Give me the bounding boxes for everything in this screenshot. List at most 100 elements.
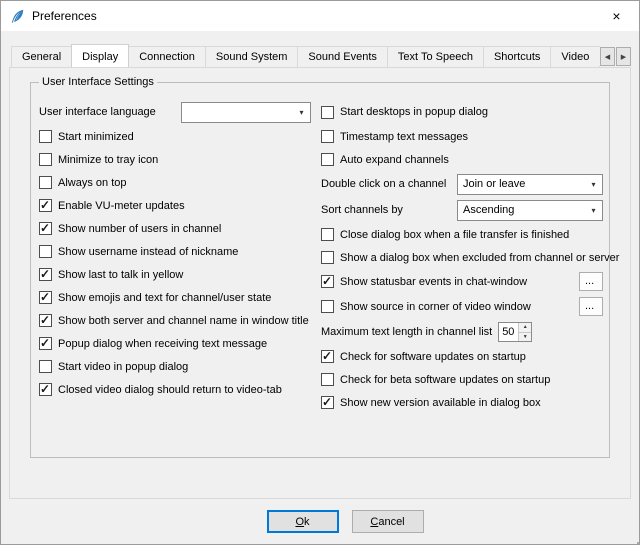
spinner-down-button[interactable]: ▼ xyxy=(519,332,531,342)
statusbar-events-row: Show statusbar events in chat-window ... xyxy=(321,269,603,294)
checkbox-box[interactable] xyxy=(39,199,52,212)
checkbox-statusbar-events[interactable] xyxy=(321,275,334,288)
tab-display[interactable]: Display xyxy=(71,44,129,67)
checkbox-box[interactable] xyxy=(321,130,334,143)
preferences-window: Preferences × General Display Connection… xyxy=(0,0,640,545)
tab-scroll-left-button[interactable]: ◀ xyxy=(600,47,615,66)
titlebar[interactable]: Preferences × xyxy=(1,1,639,31)
tab-general[interactable]: General xyxy=(11,46,72,67)
checkbox-software-updates[interactable]: Check for software updates on startup xyxy=(321,345,603,368)
ok-button-label: Ok xyxy=(268,516,338,528)
checkbox-box[interactable] xyxy=(39,291,52,304)
checkbox-box[interactable] xyxy=(39,245,52,258)
sort-channels-combobox[interactable]: Ascending ▾ xyxy=(457,200,603,221)
chevron-down-icon: ▾ xyxy=(585,206,602,215)
checkbox-last-to-talk-yellow[interactable]: Show last to talk in yellow xyxy=(39,263,311,286)
double-click-row: Double click on a channel Join or leave … xyxy=(321,171,603,197)
spinner-up-button[interactable]: ▲ xyxy=(519,323,531,332)
checkbox-label: Start video in popup dialog xyxy=(58,361,188,373)
tab-scroll: ◀ ▶ xyxy=(597,47,631,66)
spinner-arrows: ▲ ▼ xyxy=(518,323,531,341)
checkbox-label: Show source in corner of video window xyxy=(340,301,531,313)
checkbox-box[interactable] xyxy=(39,268,52,281)
checkbox-box[interactable] xyxy=(39,153,52,166)
checkbox-label: Check for software updates on startup xyxy=(340,351,526,363)
checkbox-box[interactable] xyxy=(39,383,52,396)
checkbox-box[interactable] xyxy=(39,360,52,373)
checkbox-label: Show new version available in dialog box xyxy=(340,397,541,409)
right-column: Start desktops in popup dialog Timestamp… xyxy=(321,99,603,414)
sort-channels-value: Ascending xyxy=(463,204,585,216)
checkbox-box[interactable] xyxy=(321,350,334,363)
max-text-length-spinner[interactable]: 50 ▲ ▼ xyxy=(498,322,532,342)
checkbox-show-emojis[interactable]: Show emojis and text for channel/user st… xyxy=(39,286,311,309)
double-click-label: Double click on a channel xyxy=(321,178,446,190)
checkbox-timestamp-messages[interactable]: Timestamp text messages xyxy=(321,125,603,148)
checkbox-label: Close dialog box when a file transfer is… xyxy=(340,229,569,241)
cancel-button[interactable]: Cancel xyxy=(352,510,424,533)
tab-video[interactable]: Video xyxy=(550,46,600,67)
checkbox-box[interactable] xyxy=(39,314,52,327)
group-user-interface-settings: User Interface Settings User interface l… xyxy=(30,82,610,458)
language-row: User interface language ▾ xyxy=(39,99,311,125)
checkbox-start-desktops-popup[interactable]: Start desktops in popup dialog xyxy=(321,99,603,125)
checkbox-show-username[interactable]: Show username instead of nickname xyxy=(39,240,311,263)
resize-grip[interactable] xyxy=(633,538,635,540)
checkbox-always-on-top[interactable]: Always on top xyxy=(39,171,311,194)
checkbox-label: Popup dialog when receiving text message xyxy=(58,338,267,350)
checkbox-label: Timestamp text messages xyxy=(340,131,468,143)
checkbox-close-on-file-transfer[interactable]: Close dialog box when a file transfer is… xyxy=(321,223,603,246)
checkbox-excluded-dialog[interactable]: Show a dialog box when excluded from cha… xyxy=(321,246,603,269)
checkbox-server-channel-in-title[interactable]: Show both server and channel name in win… xyxy=(39,309,311,332)
video-source-options-button[interactable]: ... xyxy=(579,297,603,316)
arrow-up-icon: ▲ xyxy=(523,324,528,330)
double-click-combobox[interactable]: Join or leave ▾ xyxy=(457,174,603,195)
checkbox-label: Show number of users in channel xyxy=(58,223,221,235)
checkbox-new-version-dialog[interactable]: Show new version available in dialog box xyxy=(321,391,603,414)
statusbar-events-options-button[interactable]: ... xyxy=(579,272,603,291)
checkbox-minimize-to-tray[interactable]: Minimize to tray icon xyxy=(39,148,311,171)
checkbox-box[interactable] xyxy=(321,106,334,119)
checkbox-vu-meter-updates[interactable]: Enable VU-meter updates xyxy=(39,194,311,217)
tab-connection[interactable]: Connection xyxy=(128,46,206,67)
checkbox-label: Always on top xyxy=(58,177,126,189)
chevron-down-icon: ▾ xyxy=(585,180,602,189)
checkbox-label: Show emojis and text for channel/user st… xyxy=(58,292,271,304)
checkbox-label: Start minimized xyxy=(58,131,134,143)
checkbox-label: Closed video dialog should return to vid… xyxy=(58,384,282,396)
checkbox-box[interactable] xyxy=(39,222,52,235)
checkbox-label: Start desktops in popup dialog xyxy=(340,106,488,118)
checkbox-label: Show statusbar events in chat-window xyxy=(340,276,527,288)
checkbox-label: Show last to talk in yellow xyxy=(58,269,183,281)
checkbox-start-video-popup[interactable]: Start video in popup dialog xyxy=(39,355,311,378)
video-source-row: Show source in corner of video window ..… xyxy=(321,294,603,319)
tab-shortcuts[interactable]: Shortcuts xyxy=(483,46,551,67)
tab-scroll-right-button[interactable]: ▶ xyxy=(616,47,631,66)
tab-text-to-speech[interactable]: Text To Speech xyxy=(387,46,484,67)
checkbox-box[interactable] xyxy=(39,176,52,189)
checkbox-box[interactable] xyxy=(321,251,334,264)
checkbox-popup-text-message[interactable]: Popup dialog when receiving text message xyxy=(39,332,311,355)
tab-sound-system[interactable]: Sound System xyxy=(205,46,299,67)
checkbox-box[interactable] xyxy=(39,130,52,143)
close-button[interactable]: × xyxy=(594,1,639,31)
checkbox-show-user-count[interactable]: Show number of users in channel xyxy=(39,217,311,240)
chevron-down-icon: ▾ xyxy=(293,108,310,117)
checkbox-start-minimized[interactable]: Start minimized xyxy=(39,125,311,148)
checkbox-auto-expand-channels[interactable]: Auto expand channels xyxy=(321,148,603,171)
checkbox-box[interactable] xyxy=(321,373,334,386)
ok-button[interactable]: Ok xyxy=(267,510,339,533)
close-icon: × xyxy=(612,8,620,24)
checkbox-box[interactable] xyxy=(39,337,52,350)
sort-channels-row: Sort channels by Ascending ▾ xyxy=(321,197,603,223)
app-feather-icon xyxy=(9,8,25,24)
tab-sound-events[interactable]: Sound Events xyxy=(297,46,388,67)
checkbox-box[interactable] xyxy=(321,153,334,166)
checkbox-box[interactable] xyxy=(321,396,334,409)
checkbox-box[interactable] xyxy=(321,228,334,241)
language-combobox[interactable]: ▾ xyxy=(181,102,311,123)
max-text-length-label: Maximum text length in channel list xyxy=(321,326,492,338)
checkbox-beta-updates[interactable]: Check for beta software updates on start… xyxy=(321,368,603,391)
checkbox-closed-video-return[interactable]: Closed video dialog should return to vid… xyxy=(39,378,311,401)
checkbox-video-source-corner[interactable] xyxy=(321,300,334,313)
